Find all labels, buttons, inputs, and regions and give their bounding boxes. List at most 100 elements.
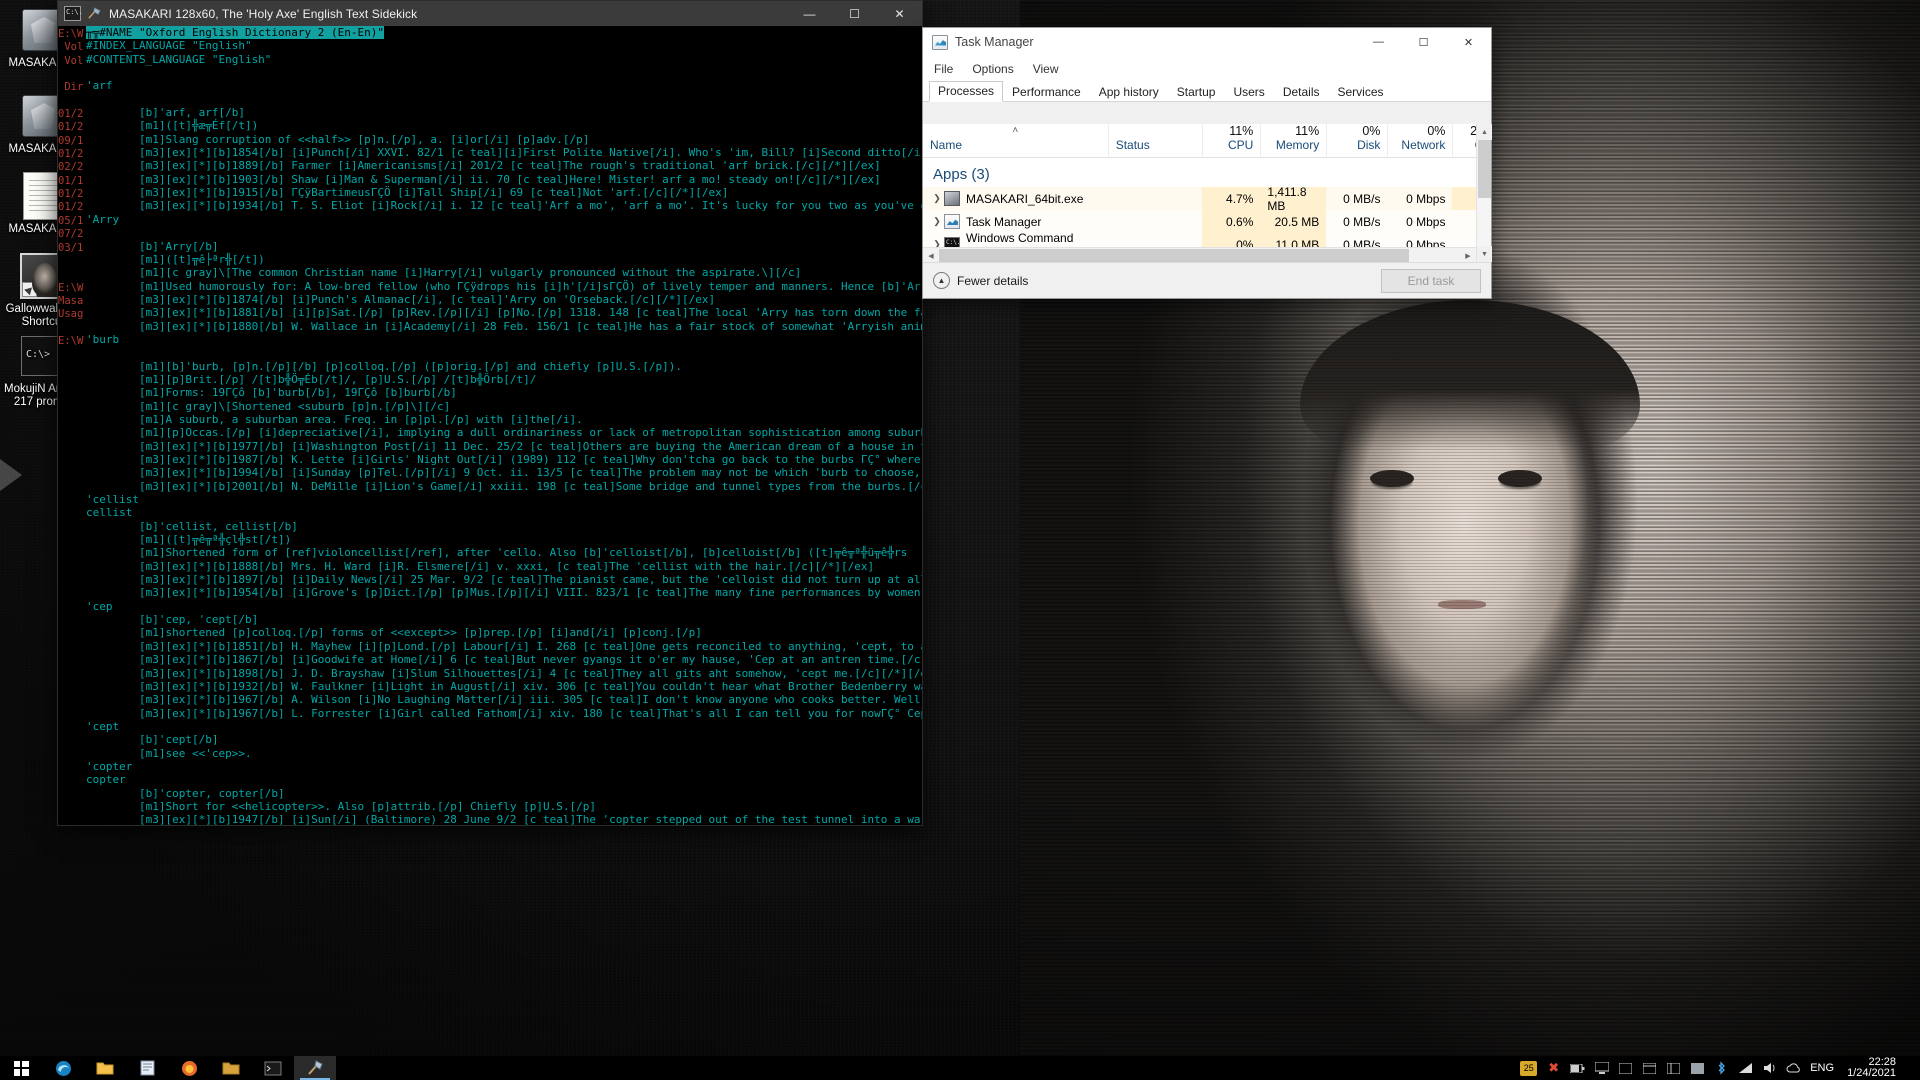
window4-icon[interactable] xyxy=(1690,1061,1705,1076)
minimize-button[interactable]: — xyxy=(1356,28,1401,57)
clock-date: 1/24/2021 xyxy=(1847,1067,1896,1079)
taskbar-item-firefox[interactable] xyxy=(168,1056,210,1080)
network-icon[interactable] xyxy=(1738,1061,1753,1076)
masakari-icon xyxy=(944,191,960,206)
scroll-right-icon[interactable]: ▶ xyxy=(1460,248,1476,263)
maximize-button[interactable]: ☐ xyxy=(1401,28,1446,57)
volume-icon[interactable] xyxy=(1762,1061,1777,1076)
tray-badge[interactable]: 25 xyxy=(1520,1060,1538,1076)
taskbar-item-masakari[interactable] xyxy=(294,1056,336,1080)
cell-disk: 0 MB/s xyxy=(1343,214,1381,229)
tab-services[interactable]: Services xyxy=(1329,82,1393,102)
maximize-button[interactable]: ☐ xyxy=(832,1,877,26)
tab-details[interactable]: Details xyxy=(1274,82,1329,102)
close-button[interactable]: ✕ xyxy=(877,1,922,26)
tab-performance[interactable]: Performance xyxy=(1003,82,1090,102)
monitor-icon[interactable] xyxy=(1594,1061,1609,1076)
console-highlight-line: ╥╦#NAME "Oxford English Dictionary 2 (En… xyxy=(86,26,385,40)
vertical-scrollbar[interactable]: ▲ ▼ xyxy=(1476,124,1492,262)
cell-memory: 1,411.8 MB xyxy=(1260,185,1327,213)
task-manager-window[interactable]: Task Manager — ☐ ✕ File Options View Pro… xyxy=(922,27,1492,299)
column-label: Disk xyxy=(1357,138,1381,152)
cell-network: 0 Mbps xyxy=(1406,214,1446,229)
column-header-cpu[interactable]: 11% CPU xyxy=(1201,124,1260,157)
battery-icon[interactable] xyxy=(1570,1061,1585,1076)
task-manager-tabs[interactable]: Processes Performance App history Startup Us… xyxy=(923,80,1491,102)
start-button[interactable] xyxy=(0,1056,42,1080)
edge-icon xyxy=(55,1060,71,1076)
menu-view[interactable]: View xyxy=(1033,62,1059,76)
scroll-down-icon[interactable]: ▼ xyxy=(1477,246,1492,262)
console-window-controls[interactable]: — ☐ ✕ xyxy=(787,1,922,26)
taskmanager-icon xyxy=(944,214,960,229)
table-row[interactable]: ❯ MASAKARI_64bit.exe 4.7% 1,411.8 MB 0 MB/s 0… xyxy=(923,185,1491,213)
process-grid[interactable]: ˄ Name Status 11% CPU 11% Memory 0% Disk… xyxy=(923,124,1491,262)
close-button[interactable]: ✕ xyxy=(1446,28,1491,57)
cell-network: 0 Mbps xyxy=(1406,191,1446,206)
column-header-disk[interactable]: 0% Disk xyxy=(1326,124,1387,157)
cell-status xyxy=(1108,187,1202,210)
end-task-button[interactable]: End task xyxy=(1381,268,1481,293)
scroll-left-icon[interactable]: ◀ xyxy=(923,248,939,263)
chevron-right-icon[interactable]: ❯ xyxy=(930,193,944,204)
tab-app-history[interactable]: App history xyxy=(1090,82,1168,102)
column-header-name[interactable]: ˄ Name xyxy=(923,124,1108,157)
column-header-network[interactable]: 0% Network xyxy=(1387,124,1452,157)
system-tray[interactable]: 25 ✖ ENG 22:28 1/24/2021 xyxy=(1520,1056,1920,1080)
column-label: Network xyxy=(1401,138,1446,152)
task-manager-titlebar[interactable]: Task Manager — ☐ ✕ xyxy=(923,28,1491,57)
taskbar-item-terminal[interactable] xyxy=(252,1056,294,1080)
column-label: CPU xyxy=(1227,138,1254,152)
task-manager-window-controls[interactable]: — ☐ ✕ xyxy=(1356,28,1491,57)
scrollbar-thumb[interactable] xyxy=(939,249,1409,262)
taskbar-item-edge[interactable] xyxy=(42,1056,84,1080)
bluetooth-icon[interactable] xyxy=(1714,1061,1729,1076)
window3-icon[interactable] xyxy=(1666,1061,1681,1076)
menu-options[interactable]: Options xyxy=(972,62,1013,76)
window2-icon[interactable] xyxy=(1642,1061,1657,1076)
masakari-icon xyxy=(307,1060,323,1075)
console-text: ╥╦#NAME "Oxford English Dictionary 2 (En… xyxy=(86,26,922,825)
console-titlebar[interactable]: MASAKARI 128x60, The 'Holy Axe' English … xyxy=(58,1,922,26)
scroll-up-icon[interactable]: ▲ xyxy=(1477,124,1492,140)
process-name: MASAKARI_64bit.exe xyxy=(966,191,1084,206)
column-pct: 11% xyxy=(1295,124,1320,138)
taskbar-item-notepad[interactable] xyxy=(126,1056,168,1080)
tab-users[interactable]: Users xyxy=(1224,82,1273,102)
taskbar-item-folder[interactable] xyxy=(210,1056,252,1080)
window-icon[interactable] xyxy=(1618,1061,1633,1076)
taskbar[interactable]: 25 ✖ ENG 22:28 1/24/2021 xyxy=(0,1056,1920,1080)
cell-disk: 0 MB/s xyxy=(1343,191,1381,206)
clock[interactable]: 22:28 1/24/2021 xyxy=(1843,1057,1896,1079)
taskmanager-icon xyxy=(932,34,948,50)
tab-startup[interactable]: Startup xyxy=(1168,82,1225,102)
column-header-memory[interactable]: 11% Memory xyxy=(1260,124,1326,157)
menu-file[interactable]: File xyxy=(934,62,953,76)
scrollbar-thumb[interactable] xyxy=(1478,140,1491,198)
wallpaper-arrow-icon xyxy=(0,459,22,491)
axe-icon xyxy=(88,7,101,19)
console-title-text: MASAKARI 128x60, The 'Holy Axe' English … xyxy=(109,6,418,21)
horizontal-scrollbar[interactable]: ◀ ▶ xyxy=(923,247,1476,262)
chevron-up-icon: ▲ xyxy=(933,272,950,289)
task-manager-footer[interactable]: ▲ Fewer details End task xyxy=(923,262,1491,298)
process-group-apps[interactable]: Apps (3) xyxy=(923,158,1491,187)
cloud-icon[interactable] xyxy=(1786,1061,1801,1076)
close-red-icon[interactable]: ✖ xyxy=(1546,1060,1561,1076)
minimize-button[interactable]: — xyxy=(787,1,832,26)
language-indicator[interactable]: ENG xyxy=(1810,1062,1834,1074)
task-manager-menubar[interactable]: File Options View xyxy=(923,57,1491,80)
column-header-status[interactable]: Status xyxy=(1107,124,1202,157)
show-desktop-button[interactable] xyxy=(1905,1056,1912,1080)
cell-status xyxy=(1108,210,1202,233)
fewer-details-button[interactable]: ▲ Fewer details xyxy=(933,272,1028,289)
console-body[interactable]: E:\W Vol Vol Dir 01/2 01/2 09/1 01/2 02/… xyxy=(58,26,922,825)
process-grid-header[interactable]: ˄ Name Status 11% CPU 11% Memory 0% Disk… xyxy=(923,124,1491,158)
column-label: Name xyxy=(930,138,963,152)
tab-processes[interactable]: Processes xyxy=(929,81,1004,102)
console-window[interactable]: MASAKARI 128x60, The 'Holy Axe' English … xyxy=(57,0,923,826)
chevron-right-icon[interactable]: ❯ xyxy=(930,216,944,227)
column-label: Memory xyxy=(1275,138,1320,152)
taskbar-item-file-explorer[interactable] xyxy=(84,1056,126,1080)
group-count: (3) xyxy=(971,166,990,183)
